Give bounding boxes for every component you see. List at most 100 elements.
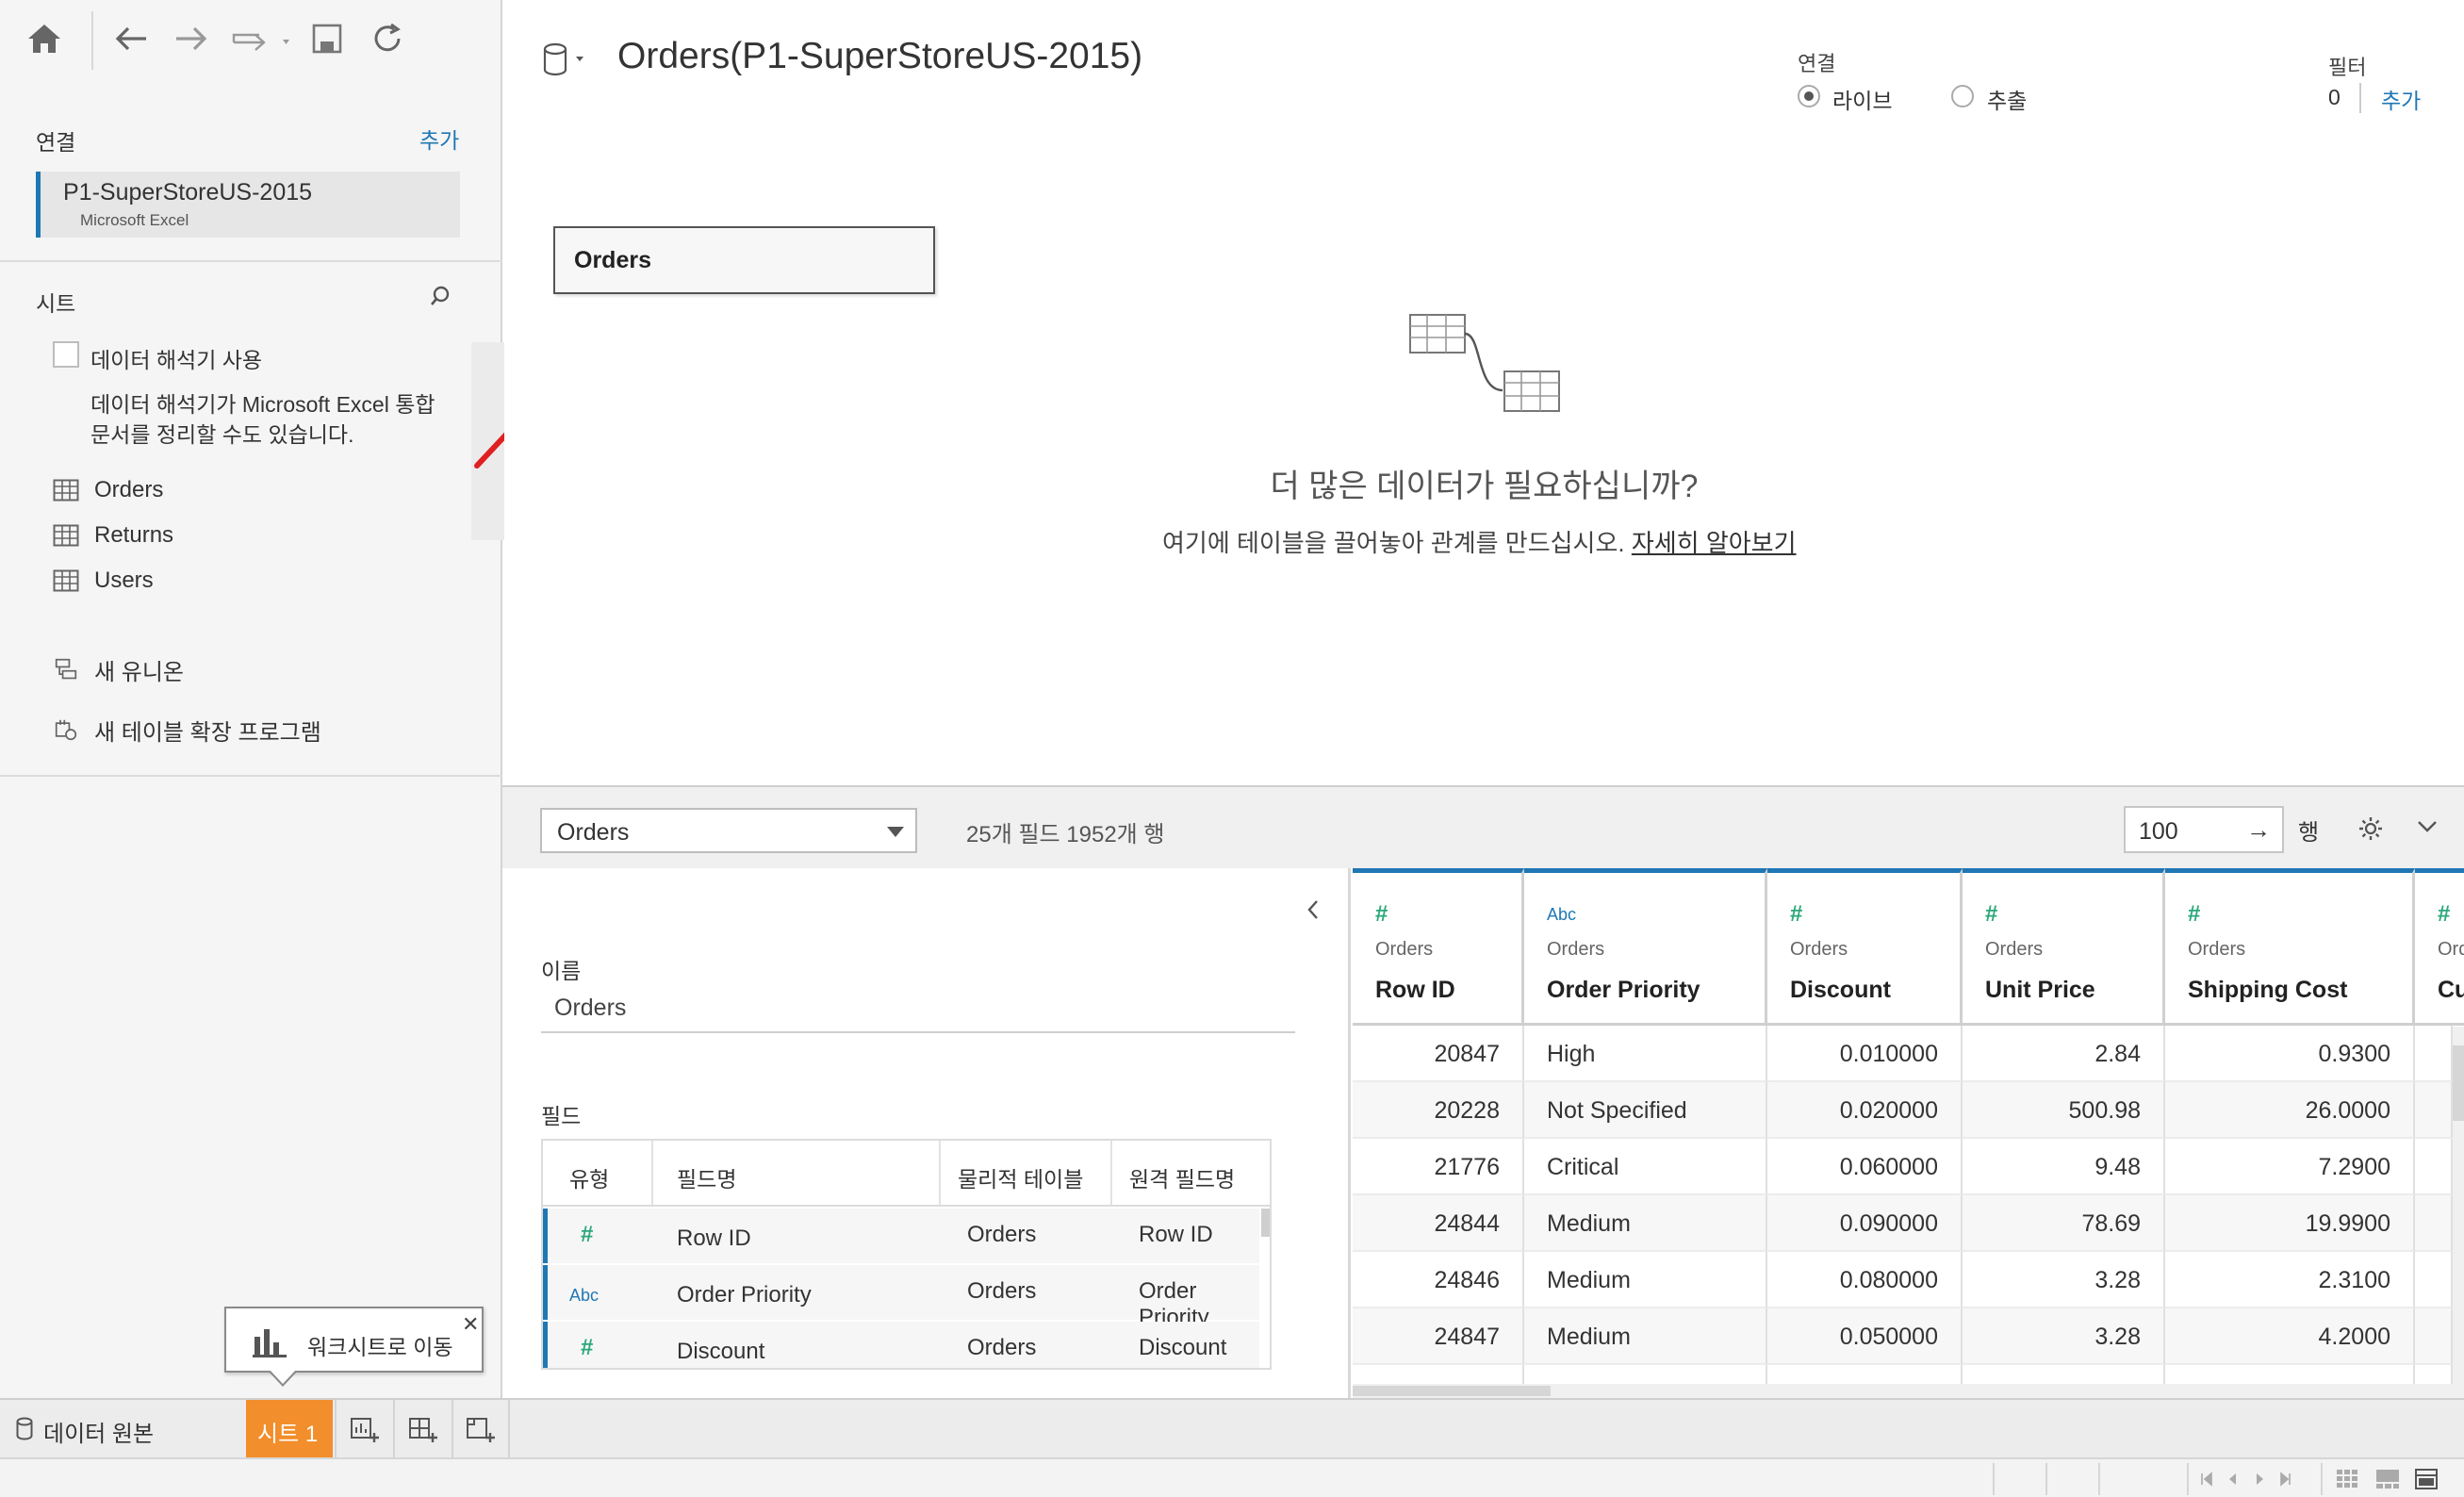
home-icon[interactable] [23, 17, 66, 60]
cell-shipping-cost[interactable]: 19.9900 [2165, 1195, 2415, 1252]
redo-icon[interactable] [230, 17, 296, 60]
cell-order-priority[interactable]: Critical [1524, 1139, 1767, 1195]
column-header-unit-price[interactable]: # Orders Unit Price [1963, 868, 2165, 1025]
column-header-discount[interactable]: # Orders Discount [1767, 868, 1963, 1025]
cell-unit-price[interactable]: 9.48 [1963, 1139, 2165, 1195]
tab-sheet-1[interactable]: 시트 1 [246, 1400, 333, 1457]
cell-order-priority[interactable]: High [1524, 1026, 1767, 1082]
cell-partial[interactable] [2415, 1195, 2453, 1252]
header-physical-table[interactable]: 물리적 테이블 [958, 1161, 1083, 1193]
cell-shipping-cost[interactable]: 0.9300 [2165, 1026, 2415, 1082]
new-union-item[interactable]: 새 유니온 [53, 652, 184, 686]
cell-partial[interactable] [2415, 1139, 2453, 1195]
cell-discount[interactable]: 0.050000 [1767, 1308, 1963, 1365]
string-type-icon[interactable]: Abc [1547, 905, 1576, 925]
cell-unit-price[interactable]: 3.28 [1963, 1308, 2165, 1365]
cell-discount[interactable]: 0.090000 [1767, 1195, 1963, 1252]
new-worksheet-button[interactable] [335, 1400, 393, 1457]
cell-unit-price[interactable]: 500.98 [1963, 1082, 2165, 1139]
table-row[interactable]: # Row ID Orders Row ID [543, 1209, 1259, 1265]
field-name-cell[interactable]: Order Priority [677, 1282, 812, 1308]
cell-unit-price[interactable]: 78.69 [1963, 1195, 2165, 1252]
table-row[interactable]: 24847 Medium 0.050000 3.28 4.2000 [1353, 1308, 2453, 1365]
table-row[interactable]: Abc Order Priority Orders Order Priority [543, 1265, 1259, 1330]
cell-unit-price[interactable]: 2.84 [1963, 1026, 2165, 1082]
cell-shipping-cost[interactable]: 26.0000 [2165, 1082, 2415, 1139]
cell-row-id[interactable]: 24846 [1353, 1252, 1524, 1308]
cell-order-priority[interactable]: Medium [1524, 1195, 1767, 1252]
header-type[interactable]: 유형 [569, 1161, 609, 1193]
add-connection-link[interactable]: 추가 [419, 123, 459, 155]
cell-order-priority[interactable]: Medium [1524, 1308, 1767, 1365]
field-name-cell[interactable]: Row ID [677, 1226, 751, 1252]
scrollbar-thumb[interactable] [2453, 1045, 2464, 1121]
datasource-icon[interactable] [542, 41, 589, 84]
collapse-chevron-left-icon[interactable] [1306, 898, 1321, 926]
apply-arrow-icon[interactable]: → [2246, 815, 2271, 845]
sheet-item-users[interactable]: Users [53, 564, 154, 598]
cell-shipping-cost[interactable]: 4.2000 [2165, 1308, 2415, 1365]
cell-row-id[interactable]: 24847 [1353, 1308, 1524, 1365]
number-type-icon[interactable]: # [581, 1335, 593, 1361]
number-type-icon[interactable]: # [2438, 901, 2450, 928]
horizontal-scrollbar[interactable] [1353, 1384, 2453, 1398]
close-icon[interactable]: ✕ [462, 1312, 479, 1337]
extract-radio[interactable] [1951, 85, 1974, 107]
cell-order-priority[interactable]: Medium [1524, 1252, 1767, 1308]
datasource-title[interactable]: Orders(P1-SuperStoreUS-2015) [617, 36, 1142, 77]
header-remote-field-name[interactable]: 원격 필드명 [1129, 1161, 1235, 1193]
cell-discount[interactable]: 0.060000 [1767, 1139, 1963, 1195]
column-header-order-priority[interactable]: Abc Orders Order Priority [1524, 868, 1767, 1025]
cell-discount[interactable]: 0.020000 [1767, 1082, 1963, 1139]
table-row[interactable]: 20228 Not Specified 0.020000 500.98 26.0000 [1353, 1082, 2453, 1139]
orders-table-card[interactable]: Orders [553, 226, 935, 294]
number-type-icon[interactable]: # [2188, 901, 2200, 928]
cell-row-id[interactable]: 20847 [1353, 1026, 1524, 1082]
save-icon[interactable] [305, 17, 349, 60]
add-filter-link[interactable]: 추가 [2381, 83, 2421, 115]
cell-partial[interactable] [2415, 1308, 2453, 1365]
rows-count-input[interactable]: 100 → [2124, 806, 2284, 853]
field-name-cell[interactable]: Discount [677, 1339, 764, 1365]
go-to-worksheet-tooltip[interactable]: 워크시트로 이동 ✕ [224, 1307, 484, 1373]
cell-shipping-cost[interactable]: 7.2900 [2165, 1139, 2415, 1195]
tabs-view-icon[interactable] [2415, 1469, 2438, 1489]
sheet-item-returns[interactable]: Returns [53, 518, 173, 552]
header-field-name[interactable]: 필드명 [677, 1161, 736, 1193]
back-arrow-icon[interactable] [109, 17, 153, 60]
number-type-icon[interactable]: # [1985, 901, 1997, 928]
column-header-row-id[interactable]: # Orders Row ID [1353, 868, 1524, 1025]
column-header-partial[interactable]: # Ord Cu [2415, 868, 2464, 1025]
table-row[interactable]: 21776 Critical 0.060000 9.48 7.2900 [1353, 1139, 2453, 1195]
gear-icon[interactable] [2357, 815, 2384, 847]
sheet-sorter-icon[interactable] [2336, 1469, 2358, 1489]
cell-partial[interactable] [2415, 1026, 2453, 1082]
sheet-item-orders[interactable]: Orders [53, 473, 163, 507]
table-select-dropdown[interactable]: Orders [540, 808, 917, 853]
cell-shipping-cost[interactable]: 2.3100 [2165, 1252, 2415, 1308]
sheet-navigation-icons[interactable] [2198, 1471, 2292, 1488]
cell-row-id[interactable]: 24844 [1353, 1195, 1524, 1252]
new-dashboard-button[interactable] [393, 1400, 452, 1457]
new-story-button[interactable] [452, 1400, 510, 1457]
filmstrip-icon[interactable] [2375, 1469, 2400, 1489]
refresh-icon[interactable] [366, 17, 409, 60]
cell-partial[interactable] [2415, 1082, 2453, 1139]
chevron-down-icon[interactable] [2416, 819, 2439, 839]
cell-order-priority[interactable]: Not Specified [1524, 1082, 1767, 1139]
scrollbar-thumb[interactable] [1353, 1386, 1551, 1396]
number-type-icon[interactable]: # [1790, 901, 1802, 928]
table-row[interactable]: 24844 Medium 0.090000 78.69 19.9900 [1353, 1195, 2453, 1252]
cell-discount[interactable]: 0.080000 [1767, 1252, 1963, 1308]
sheet-search-icon[interactable] [430, 285, 451, 314]
data-interpreter-checkbox[interactable] [53, 341, 79, 368]
cell-partial[interactable] [2415, 1252, 2453, 1308]
new-table-extension-item[interactable]: 새 테이블 확장 프로그램 [53, 713, 321, 747]
vertical-scrollbar[interactable] [2453, 1027, 2464, 1398]
tab-datasource[interactable]: 데이터 원본 [0, 1400, 240, 1457]
number-type-icon[interactable]: # [1375, 901, 1388, 928]
name-field[interactable]: Orders [554, 995, 626, 1022]
number-type-icon[interactable]: # [581, 1222, 593, 1248]
table-row[interactable]: 20847 High 0.010000 2.84 0.9300 [1353, 1026, 2453, 1082]
column-header-shipping-cost[interactable]: # Orders Shipping Cost [2165, 868, 2415, 1025]
